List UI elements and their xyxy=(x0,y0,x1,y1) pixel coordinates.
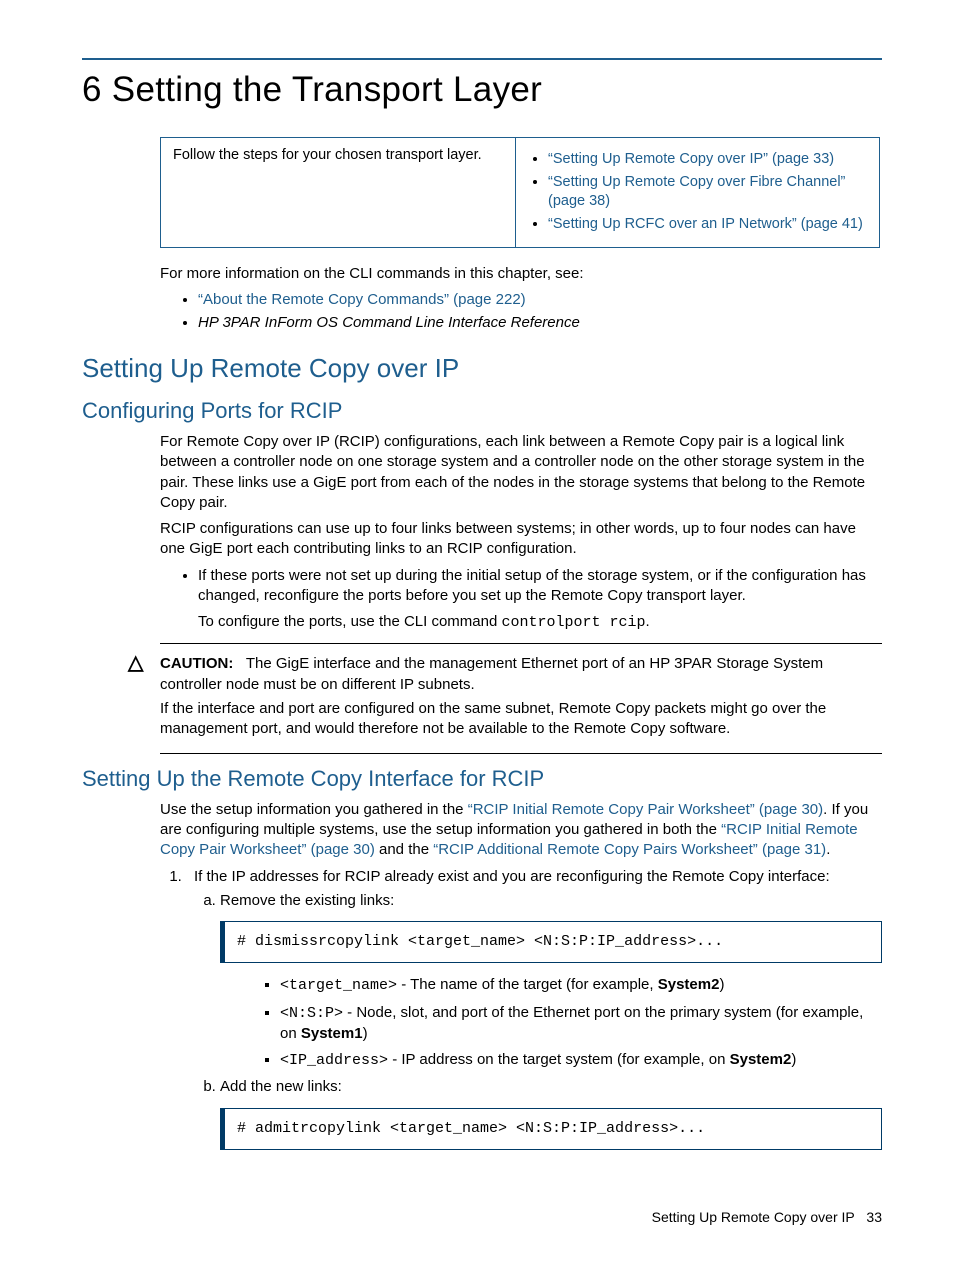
text: ) xyxy=(791,1051,796,1068)
caution-p1: CAUTION: The GigE interface and the mana… xyxy=(160,654,882,695)
caution-block: △ CAUTION: The GigE interface and the ma… xyxy=(82,650,882,743)
param-item: <IP_address> - IP address on the target … xyxy=(280,1050,882,1071)
xref-about-rc-commands[interactable]: “About the Remote Copy Commands” (page 2… xyxy=(198,291,526,308)
cli-reference-title: HP 3PAR InForm OS Command Line Interface… xyxy=(198,314,580,331)
nav-link-item: “Setting Up Remote Copy over Fibre Chann… xyxy=(548,173,867,212)
body-text: For Remote Copy over IP (RCIP) configura… xyxy=(82,432,882,513)
param-bold: System2 xyxy=(730,1051,792,1068)
bullet-text: If these ports were not set up during th… xyxy=(198,567,866,604)
caution-text: The GigE interface and the management Et… xyxy=(160,655,823,692)
caution-p2: If the interface and port are configured… xyxy=(160,699,882,740)
intro-line: For more information on the CLI commands… xyxy=(82,264,882,284)
step-text: If the IP addresses for RCIP already exi… xyxy=(194,868,830,885)
param-bold: System2 xyxy=(658,976,720,993)
body-text: RCIP configurations can use up to four l… xyxy=(82,519,882,560)
divider xyxy=(160,753,882,754)
nav-link-rcfc[interactable]: “Setting Up Remote Copy over Fibre Chann… xyxy=(548,174,845,210)
caution-icon: △ xyxy=(128,650,160,743)
step-1: If the IP addresses for RCIP already exi… xyxy=(186,867,882,1150)
body-text: Use the setup information you gathered i… xyxy=(82,800,882,861)
nav-link-rcfc-ip[interactable]: “Setting Up RCFC over an IP Network” (pa… xyxy=(548,216,863,232)
top-rule xyxy=(82,58,882,60)
chapter-number: 6 xyxy=(82,70,102,109)
subsection-configuring-ports: Configuring Ports for RCIP xyxy=(82,396,882,426)
step-1a: Remove the existing links: # dismissrcop… xyxy=(220,891,882,1072)
nav-link-item: “Setting Up RCFC over an IP Network” (pa… xyxy=(548,215,867,235)
text: - IP address on the target system (for e… xyxy=(388,1051,730,1068)
intro-bullet: “About the Remote Copy Commands” (page 2… xyxy=(198,290,882,310)
text: ) xyxy=(719,976,724,993)
xref-worksheet-31[interactable]: “RCIP Additional Remote Copy Pairs Works… xyxy=(433,841,826,858)
page-footer: Setting Up Remote Copy over IP 33 xyxy=(652,1208,882,1227)
nav-instruction: Follow the steps for your chosen transpo… xyxy=(161,138,516,247)
param-code: <target_name> xyxy=(280,977,397,994)
text: Use the setup information you gathered i… xyxy=(160,801,468,818)
step-text: Add the new links: xyxy=(220,1078,342,1095)
step-text: Remove the existing links: xyxy=(220,892,394,909)
param-item: <N:S:P> - Node, slot, and port of the Et… xyxy=(280,1003,882,1045)
footer-page-number: 33 xyxy=(866,1209,882,1225)
code-admitrcopylink: # admitrcopylink <target_name> <N:S:P:IP… xyxy=(220,1108,882,1150)
param-code: <N:S:P> xyxy=(280,1005,343,1022)
nav-links-cell: “Setting Up Remote Copy over IP” (page 3… xyxy=(516,138,880,247)
cli-command: controlport rcip xyxy=(502,614,646,631)
footer-section: Setting Up Remote Copy over IP xyxy=(652,1209,855,1225)
code-dismissrcopylink: # dismissrcopylink <target_name> <N:S:P:… xyxy=(220,921,882,963)
text: . xyxy=(826,841,830,858)
step-1b: Add the new links: # admitrcopylink <tar… xyxy=(220,1077,882,1150)
param-code: <IP_address> xyxy=(280,1052,388,1069)
text: . xyxy=(646,613,650,630)
nav-link-item: “Setting Up Remote Copy over IP” (page 3… xyxy=(548,150,867,170)
param-item: <target_name> - The name of the target (… xyxy=(280,975,882,996)
text: To configure the ports, use the CLI comm… xyxy=(198,613,502,630)
divider xyxy=(160,643,882,644)
intro-bullet: HP 3PAR InForm OS Command Line Interface… xyxy=(198,313,882,333)
chapter-title: Setting the Transport Layer xyxy=(112,70,542,109)
xref-worksheet-30a[interactable]: “RCIP Initial Remote Copy Pair Worksheet… xyxy=(468,801,823,818)
caution-label: CAUTION: xyxy=(160,655,233,672)
transport-layer-nav-table: Follow the steps for your chosen transpo… xyxy=(160,137,880,247)
nav-link-rcip[interactable]: “Setting Up Remote Copy over IP” (page 3… xyxy=(548,151,834,167)
section-rcip: Setting Up Remote Copy over IP xyxy=(82,351,882,386)
param-bold: System1 xyxy=(301,1025,363,1042)
text: and the xyxy=(375,841,433,858)
text: - The name of the target (for example, xyxy=(397,976,658,993)
subsection-rcip-interface: Setting Up the Remote Copy Interface for… xyxy=(82,764,882,794)
bullet-subtext: To configure the ports, use the CLI comm… xyxy=(198,612,882,633)
body-bullet: If these ports were not set up during th… xyxy=(198,566,882,634)
chapter-heading: 6 Setting the Transport Layer xyxy=(82,66,882,113)
text: ) xyxy=(363,1025,368,1042)
